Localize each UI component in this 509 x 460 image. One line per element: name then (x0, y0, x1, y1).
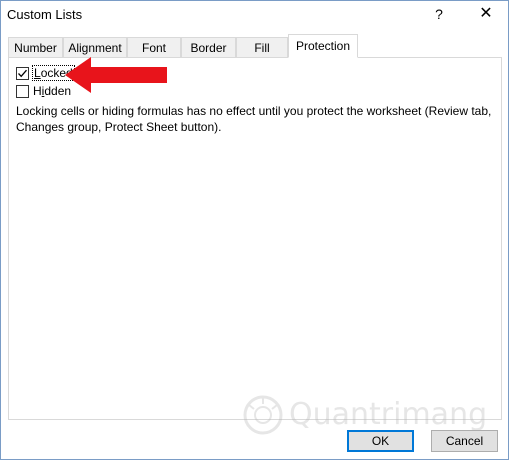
protection-info-text: Locking cells or hiding formulas has no … (16, 104, 492, 134)
watermark-logo-icon (243, 395, 283, 435)
hidden-checkbox[interactable] (16, 84, 29, 98)
locked-checkbox[interactable] (16, 66, 29, 80)
protection-panel: Locked Hidden Locking cells or hiding fo… (8, 57, 502, 420)
tab-font[interactable]: Font (127, 37, 181, 57)
hidden-option[interactable]: Hidden (16, 83, 71, 99)
close-button[interactable]: ✕ (473, 4, 499, 24)
title-bar: Custom Lists ? ✕ (1, 1, 508, 28)
tab-border[interactable]: Border (181, 37, 236, 57)
checkmark-icon (18, 69, 27, 77)
hidden-label-prefix: H (33, 84, 42, 98)
tab-fill[interactable]: Fill (236, 37, 288, 57)
red-arrow-annotation (65, 57, 167, 93)
ok-button[interactable]: OK (347, 430, 414, 452)
help-button[interactable]: ? (427, 4, 451, 24)
tab-alignment[interactable]: Alignment (63, 37, 127, 57)
cancel-button[interactable]: Cancel (431, 430, 498, 452)
tab-protection[interactable]: Protection (288, 34, 358, 58)
format-cells-dialog: Custom Lists ? ✕ Number Alignment Font B… (0, 0, 509, 460)
watermark-text: Quantrimang (289, 397, 488, 432)
window-title: Custom Lists (7, 7, 83, 22)
tab-number[interactable]: Number (8, 37, 63, 57)
locked-label-mnemonic: L (34, 66, 41, 80)
